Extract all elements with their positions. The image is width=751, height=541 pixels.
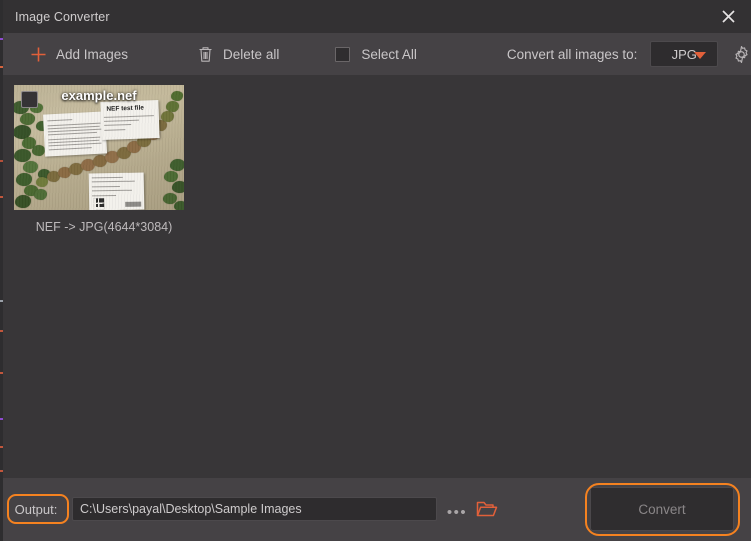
photo-paper-heading: NEF test file <box>106 104 145 113</box>
thumbnail-image: NEF test file <box>14 85 184 210</box>
output-path-input[interactable]: C:\Users\payal\Desktop\Sample Images <box>72 497 437 521</box>
add-images-label: Add Images <box>56 46 129 62</box>
title-bar: Image Converter <box>3 0 751 33</box>
image-list-area[interactable]: NEF test file example.nef NEF -> JPG(464… <box>3 75 751 478</box>
plus-icon <box>27 46 49 63</box>
delete-all-button[interactable]: Delete all <box>196 33 279 75</box>
close-icon[interactable] <box>705 0 751 33</box>
photo-paper-left <box>42 111 108 157</box>
photo-paper-bottom <box>88 172 145 210</box>
image-converter-window: Image Converter Add Images Delete all Se… <box>0 0 751 541</box>
delete-all-label: Delete all <box>223 46 280 62</box>
thumbnail[interactable]: NEF test file example.nef <box>14 85 184 210</box>
output-label[interactable]: Output: <box>7 496 65 522</box>
browse-dots-button[interactable]: ••• <box>446 498 468 520</box>
toolbar: Add Images Delete all Select All Convert… <box>3 33 751 75</box>
select-all-checkbox-box[interactable] <box>335 46 351 62</box>
select-all-checkbox[interactable]: Select All <box>335 33 417 75</box>
window-title: Image Converter <box>15 9 110 24</box>
folder-open-icon[interactable] <box>476 499 498 519</box>
item-conversion-info: NEF -> JPG(4644*3084) <box>35 220 173 234</box>
chevron-down-icon <box>694 52 706 59</box>
trash-icon <box>196 46 214 63</box>
output-label-wrap: Output: <box>7 496 65 522</box>
output-format-select[interactable]: JPG <box>650 41 718 67</box>
gear-icon[interactable] <box>732 43 751 65</box>
list-item[interactable]: NEF test file example.nef NEF -> JPG(464… <box>14 85 194 234</box>
select-all-label: Select All <box>361 46 417 62</box>
add-images-button[interactable]: Add Images <box>27 33 128 75</box>
convert-all-to-label: Convert all images to: <box>506 46 638 62</box>
convert-button[interactable]: Convert <box>590 487 734 531</box>
item-checkbox[interactable] <box>21 91 38 108</box>
photo-paper-top: NEF test file <box>100 99 160 141</box>
background-window-sliver <box>0 0 3 541</box>
